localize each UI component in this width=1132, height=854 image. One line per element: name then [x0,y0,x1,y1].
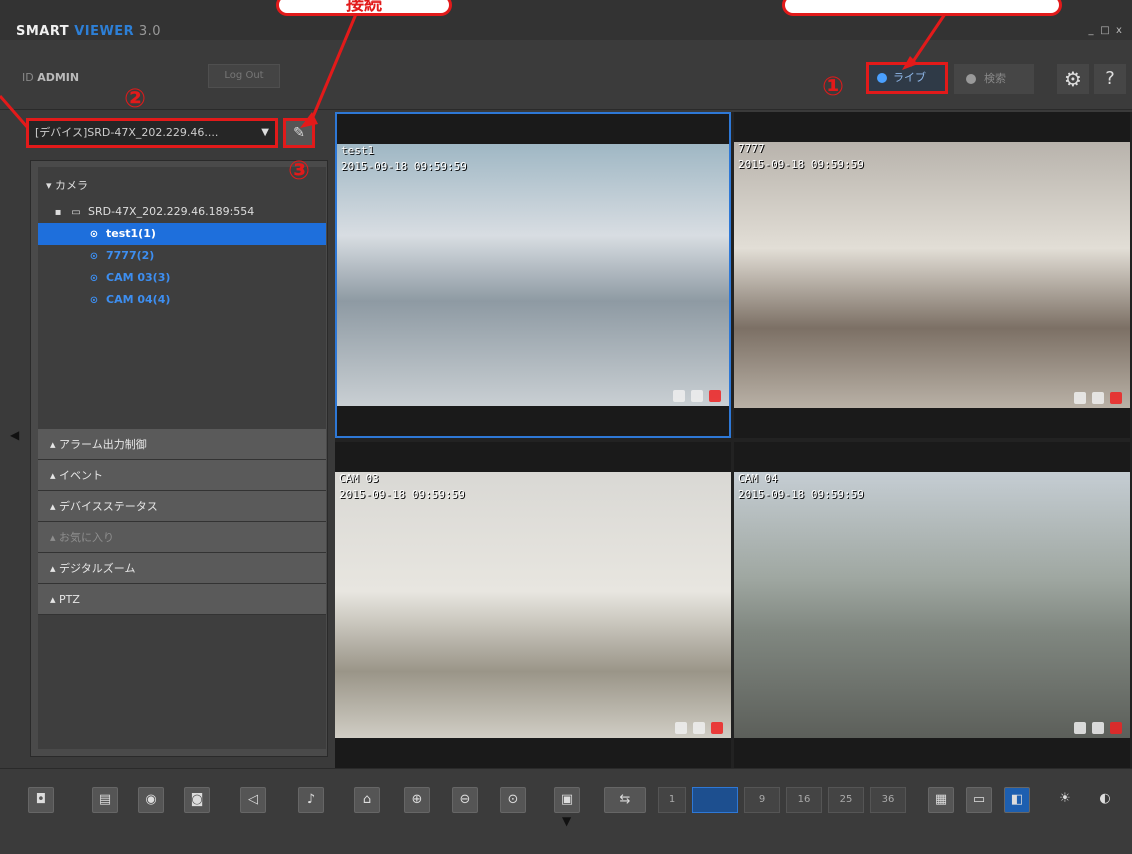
camera-icon: ⊙ [89,229,99,240]
zoom-fit-icon: ⊙ [507,792,519,807]
accordion-alarm-output[interactable]: ▴ アラーム出力制御 [38,429,326,460]
video-tile-4[interactable]: CAM 04 2015-09-18 09:59:59 [734,442,1130,768]
alarm-button[interactable]: ⌂ [354,787,380,813]
camera-feed [337,144,729,406]
annotation-badge-2: ② [124,84,147,114]
tree-camera-1[interactable]: ⊙ test1(1) [38,223,326,245]
tree-device-node[interactable]: ▪ ▭ SRD-47X_202.229.46.189:554 [38,201,326,223]
tile-status-icons [673,390,721,402]
record-icon [1110,722,1122,734]
brightness-icon: ☀ [1059,791,1071,806]
audio-icon [1074,722,1086,734]
dvr-icon: ▭ [71,207,81,218]
speaker-icon: ◁ [248,792,258,807]
osd-button[interactable]: ▭ [966,787,992,813]
camera-feed [734,142,1130,408]
brightness-control[interactable]: ☀ [1052,787,1078,813]
record-all-icon: ◙ [190,792,204,807]
audio-button[interactable]: ◁ [240,787,266,813]
bottom-toolbar: ◘ ▤ ◉ ◙ ◁ ♪ ⌂ ⊕ ⊖ ⊙ ▣ ⇆ 1 9 16 25 36 ▦ ▭… [0,768,1132,854]
camera-icon: ⊙ [89,273,99,284]
mic-button[interactable]: ♪ [298,787,324,813]
accordion-favorites[interactable]: ▴ お気に入り [38,522,326,553]
zoom-in-button[interactable]: ⊕ [404,787,430,813]
triangle-up-icon: ▴ [50,469,60,482]
tree-camera-3[interactable]: ⊙ CAM 03(3) [38,267,326,289]
triangle-up-icon: ▴ [50,438,60,451]
mic-icon: ♪ [306,792,316,807]
tile-status-icons [1074,722,1122,734]
contrast-control[interactable]: ◐ [1092,787,1118,813]
video-tile-1[interactable]: test1 2015-09-18 09:59:59 [335,112,731,438]
layout-16[interactable]: 16 [786,787,822,813]
zoom-in-icon: ⊕ [411,792,423,807]
camera-feed [734,472,1130,738]
annotation-badge-3: ③ [288,156,311,186]
accordion-device-status[interactable]: ▴ デバイスステータス [38,491,326,522]
camera-icon: ◘ [35,792,47,807]
video-grid: test1 2015-09-18 09:59:59 7777 2015-09-1… [335,112,1132,768]
accordion-event[interactable]: ▴ イベント [38,460,326,491]
tile-status-icons [1074,392,1122,404]
collapse-left-icon[interactable]: ◀ [10,428,19,442]
triangle-up-icon: ▴ [50,593,60,606]
fullscreen-icon: ▣ [560,792,574,807]
bell-icon: ⌂ [362,792,372,807]
record-icon [711,722,723,734]
triangle-up-icon: ▴ [50,531,60,544]
sequence-button[interactable]: ▦ [928,787,954,813]
left-panel: ▾ カメラ ▪ ▭ SRD-47X_202.229.46.189:554 ⊙ test… [30,160,328,757]
layout-25[interactable]: 25 [828,787,864,813]
sequence-icon: ▦ [934,792,948,807]
layout-1[interactable]: 1 [658,787,686,813]
record-icon [1110,392,1122,404]
collapse-icon: ▪ [54,207,62,218]
audio-icon [673,390,685,402]
info-button[interactable]: ◧ [1004,787,1030,813]
triangle-up-icon: ▴ [50,562,60,575]
tree-camera-2[interactable]: ⊙ 7777(2) [38,245,326,267]
accordion-ptz[interactable]: ▴ PTZ [38,584,326,615]
camera-icon: ⊙ [89,251,99,262]
accordion-digital-zoom[interactable]: ▴ デジタルズーム [38,553,326,584]
info-icon: ◧ [1010,792,1024,807]
sensor-icon [1092,722,1104,734]
tile-status-icons [675,722,723,734]
video-tile-3[interactable]: CAM 03 2015-09-18 09:59:59 [335,442,731,768]
record-icon: ◉ [145,792,157,807]
sensor-icon [693,722,705,734]
layout-9[interactable]: 9 [744,787,780,813]
layout-4[interactable] [692,787,738,813]
audio-icon [1074,392,1086,404]
printer-icon: ▤ [98,792,112,807]
fullscreen-button[interactable]: ▣ [554,787,580,813]
record-all-button[interactable]: ◙ [184,787,210,813]
osd-icon: ▭ [972,792,986,807]
camera-feed [335,472,731,738]
annotation-badge-1: ① [822,72,845,102]
sensor-icon [1092,392,1104,404]
aspect-button[interactable]: ⇆ [604,787,646,813]
print-button[interactable]: ▤ [92,787,118,813]
aspect-ratio-icon: ⇆ [619,792,631,807]
zoom-fit-button[interactable]: ⊙ [500,787,526,813]
layout-36[interactable]: 36 [870,787,906,813]
zoom-out-button[interactable]: ⊖ [452,787,478,813]
panel-accordion: ▴ アラーム出力制御 ▴ イベント ▴ デバイスステータス ▴ お気に入り ▴ … [38,429,326,615]
video-tile-2[interactable]: 7777 2015-09-18 09:59:59 [734,112,1130,438]
sensor-icon [691,390,703,402]
collapse-bottom-icon[interactable]: ▼ [562,814,571,828]
device-tree: ▪ ▭ SRD-47X_202.229.46.189:554 ⊙ test1(1) ⊙… [38,201,326,311]
tree-camera-4[interactable]: ⊙ CAM 04(4) [38,289,326,311]
snapshot-button[interactable]: ◘ [28,787,54,813]
triangle-up-icon: ▴ [50,500,60,513]
audio-icon [675,722,687,734]
zoom-out-icon: ⊖ [459,792,471,807]
contrast-icon: ◐ [1099,791,1111,806]
panel-inner: ▾ カメラ ▪ ▭ SRD-47X_202.229.46.189:554 ⊙ test… [38,167,326,749]
record-button[interactable]: ◉ [138,787,164,813]
record-icon [709,390,721,402]
camera-icon: ⊙ [89,295,99,306]
